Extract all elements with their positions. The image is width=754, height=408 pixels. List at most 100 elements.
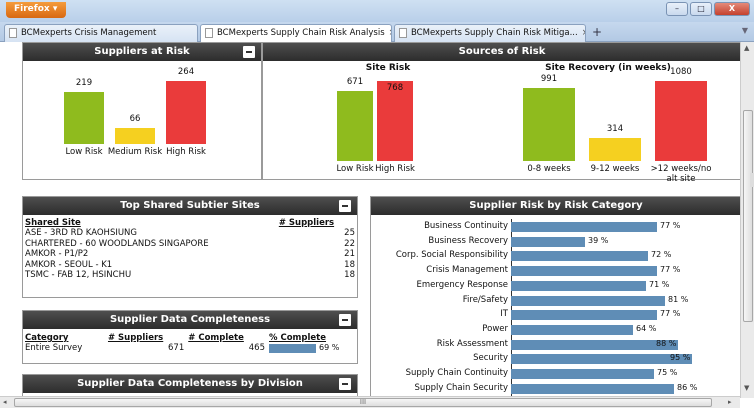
column-header[interactable]: # Suppliers: [277, 218, 357, 228]
chart-bar[interactable]: [511, 280, 646, 291]
panel-header: Supplier Data Completeness: [23, 311, 357, 329]
maximize-button[interactable]: □: [690, 2, 712, 16]
new-tab-button[interactable]: +: [588, 25, 606, 41]
splitter-handle[interactable]: [750, 173, 754, 187]
category-label: Risk Assessment: [436, 338, 508, 349]
panel-header: Supplier Risk by Risk Category: [371, 197, 741, 215]
grip-icon: III: [359, 398, 367, 406]
chart-bar[interactable]: [511, 383, 674, 394]
bar-value-label: 264: [177, 67, 195, 77]
table-header-row: Shared Site # Suppliers: [23, 218, 357, 228]
category-label: IT: [500, 309, 508, 320]
bar-value-label: 86 %: [677, 382, 698, 392]
supplier-count-cell: 22: [344, 238, 355, 249]
chart-bar[interactable]: [511, 266, 657, 277]
minimize-panel-icon[interactable]: [339, 378, 351, 390]
bar-value-label: 219: [75, 78, 93, 88]
chart-row: Supply Chain Continuity 75 %: [371, 368, 741, 380]
minimize-panel-icon[interactable]: [339, 200, 351, 212]
scroll-down-icon[interactable]: ▼: [744, 384, 749, 392]
page-icon: [205, 28, 213, 38]
chart-bar[interactable]: [511, 324, 633, 335]
site-name-cell: TSMC - FAB 12, HSINCHU: [25, 270, 132, 280]
tab-crisis-management[interactable]: BCMexperts Crisis Management: [4, 24, 198, 42]
scroll-left-icon[interactable]: ◂: [3, 398, 7, 406]
column-header[interactable]: # Complete: [186, 333, 267, 343]
data-completeness-panel: Supplier Data Completeness Category # Su…: [22, 310, 358, 364]
chart-row: IT 77 %: [371, 309, 741, 321]
chart-bar[interactable]: [511, 222, 657, 232]
chart-bar[interactable]: [115, 128, 155, 144]
supplier-count-cell: 18: [344, 259, 355, 270]
completeness-by-division-panel: Supplier Data Completeness by Division: [22, 374, 358, 398]
bar-value-label: 314: [606, 124, 624, 134]
scroll-right-icon[interactable]: ▸: [728, 398, 732, 406]
chart-bar[interactable]: [511, 236, 585, 247]
table-row: Entire Survey 671 465 69 %: [23, 343, 357, 354]
table-row[interactable]: AMKOR - P1/P2 21: [23, 249, 357, 260]
table-row[interactable]: AMKOR - SEOUL - K1 18: [23, 260, 357, 271]
site-recovery-chart: 991 0-8 weeks 314 9-12 weeks 1080 >12 weeks/n…: [493, 61, 741, 184]
tab-bar: BCMexperts Crisis Management BCMexperts …: [0, 22, 754, 42]
minimize-panel-icon[interactable]: [339, 314, 351, 326]
chart-bar[interactable]: [166, 81, 206, 144]
vertical-scrollbar[interactable]: ▲ ▼: [740, 42, 754, 398]
scroll-thumb[interactable]: III: [14, 398, 712, 407]
panel-header: Supplier Data Completeness by Division: [23, 375, 357, 393]
chart-bar[interactable]: [511, 339, 678, 350]
suppliers-at-risk-chart: 219 Low Risk 66 Medium Risk 264 High Risk: [23, 61, 261, 179]
complete-cell: 465: [248, 343, 265, 353]
risk-category-chart: Business Continuity 77 % Business Recovery…: [371, 221, 741, 397]
chart-bar[interactable]: [511, 369, 654, 379]
category-label: Security: [473, 353, 508, 364]
column-header[interactable]: # Suppliers: [106, 333, 186, 343]
chart-row: Supply Chain Security 86 %: [371, 383, 741, 395]
site-name-cell: CHARTERED - 60 WOODLANDS SINGAPORE: [25, 238, 209, 249]
chart-bar[interactable]: [589, 138, 641, 161]
tab-close-icon[interactable]: ×: [389, 28, 391, 42]
chart-bar[interactable]: [511, 310, 657, 321]
category-label: >12 weeks/no alt site: [650, 164, 712, 184]
chart-bar[interactable]: [377, 81, 413, 161]
tab-label: BCMexperts Supply Chain Risk Analysis: [217, 28, 385, 38]
bar-value-label: 64 %: [636, 323, 657, 333]
column-header[interactable]: % Complete: [267, 333, 357, 343]
table-row[interactable]: CHARTERED - 60 WOODLANDS SINGAPORE 22: [23, 239, 357, 250]
risk-by-category-panel: Supplier Risk by Risk Category Business …: [370, 196, 742, 398]
site-name-cell: AMKOR - SEOUL - K1: [25, 259, 113, 270]
category-label: Corp. Social Responsibility: [395, 250, 508, 261]
table-row[interactable]: TSMC - FAB 12, HSINCHU 18: [23, 270, 357, 281]
page-icon: [9, 28, 17, 38]
category-label: Fire/Safety: [462, 294, 508, 305]
table-row[interactable]: ASE - 3RD RD KAOHSIUNG 25: [23, 228, 357, 239]
chart-bar[interactable]: [523, 88, 575, 161]
scroll-thumb[interactable]: [743, 110, 753, 322]
chart-bar[interactable]: [511, 251, 648, 262]
bar-value-label: 1080: [670, 67, 692, 77]
category-label: 0-8 weeks: [527, 164, 571, 174]
chart-bar[interactable]: [64, 92, 104, 144]
site-name-cell: AMKOR - P1/P2: [25, 249, 89, 259]
chart-bar[interactable]: [337, 91, 373, 161]
tab-close-icon[interactable]: ×: [582, 28, 585, 42]
chart-bar[interactable]: [655, 81, 707, 161]
tab-label: BCMexperts Crisis Management: [21, 28, 157, 38]
firefox-menu-button[interactable]: Firefox ▾: [6, 2, 66, 18]
column-header[interactable]: Shared Site: [23, 218, 277, 228]
minimize-panel-icon[interactable]: [243, 46, 255, 58]
panel-title: Top Shared Subtier Sites: [120, 200, 260, 211]
chart-bar[interactable]: [511, 354, 692, 365]
panel-title: Sources of Risk: [458, 46, 546, 57]
tab-list-icon[interactable]: ▼: [742, 26, 748, 35]
tab-supply-chain-risk-mitigation[interactable]: BCMexperts Supply Chain Risk Mitiga... ×: [394, 24, 586, 42]
tab-supply-chain-risk-analysis[interactable]: BCMexperts Supply Chain Risk Analysis ×: [200, 24, 392, 42]
scroll-up-icon[interactable]: ▲: [744, 44, 749, 52]
panel-header: Top Shared Subtier Sites: [23, 197, 357, 215]
column-header[interactable]: Category: [23, 333, 106, 343]
chart-bar[interactable]: [511, 295, 665, 306]
close-window-button[interactable]: X: [714, 2, 750, 16]
chart-row: Risk Assessment 88 %: [371, 339, 741, 351]
bar-value-label: 72 %: [651, 250, 672, 260]
horizontal-scrollbar[interactable]: ◂ III ▸: [0, 396, 740, 408]
minimize-button[interactable]: –: [666, 2, 688, 16]
